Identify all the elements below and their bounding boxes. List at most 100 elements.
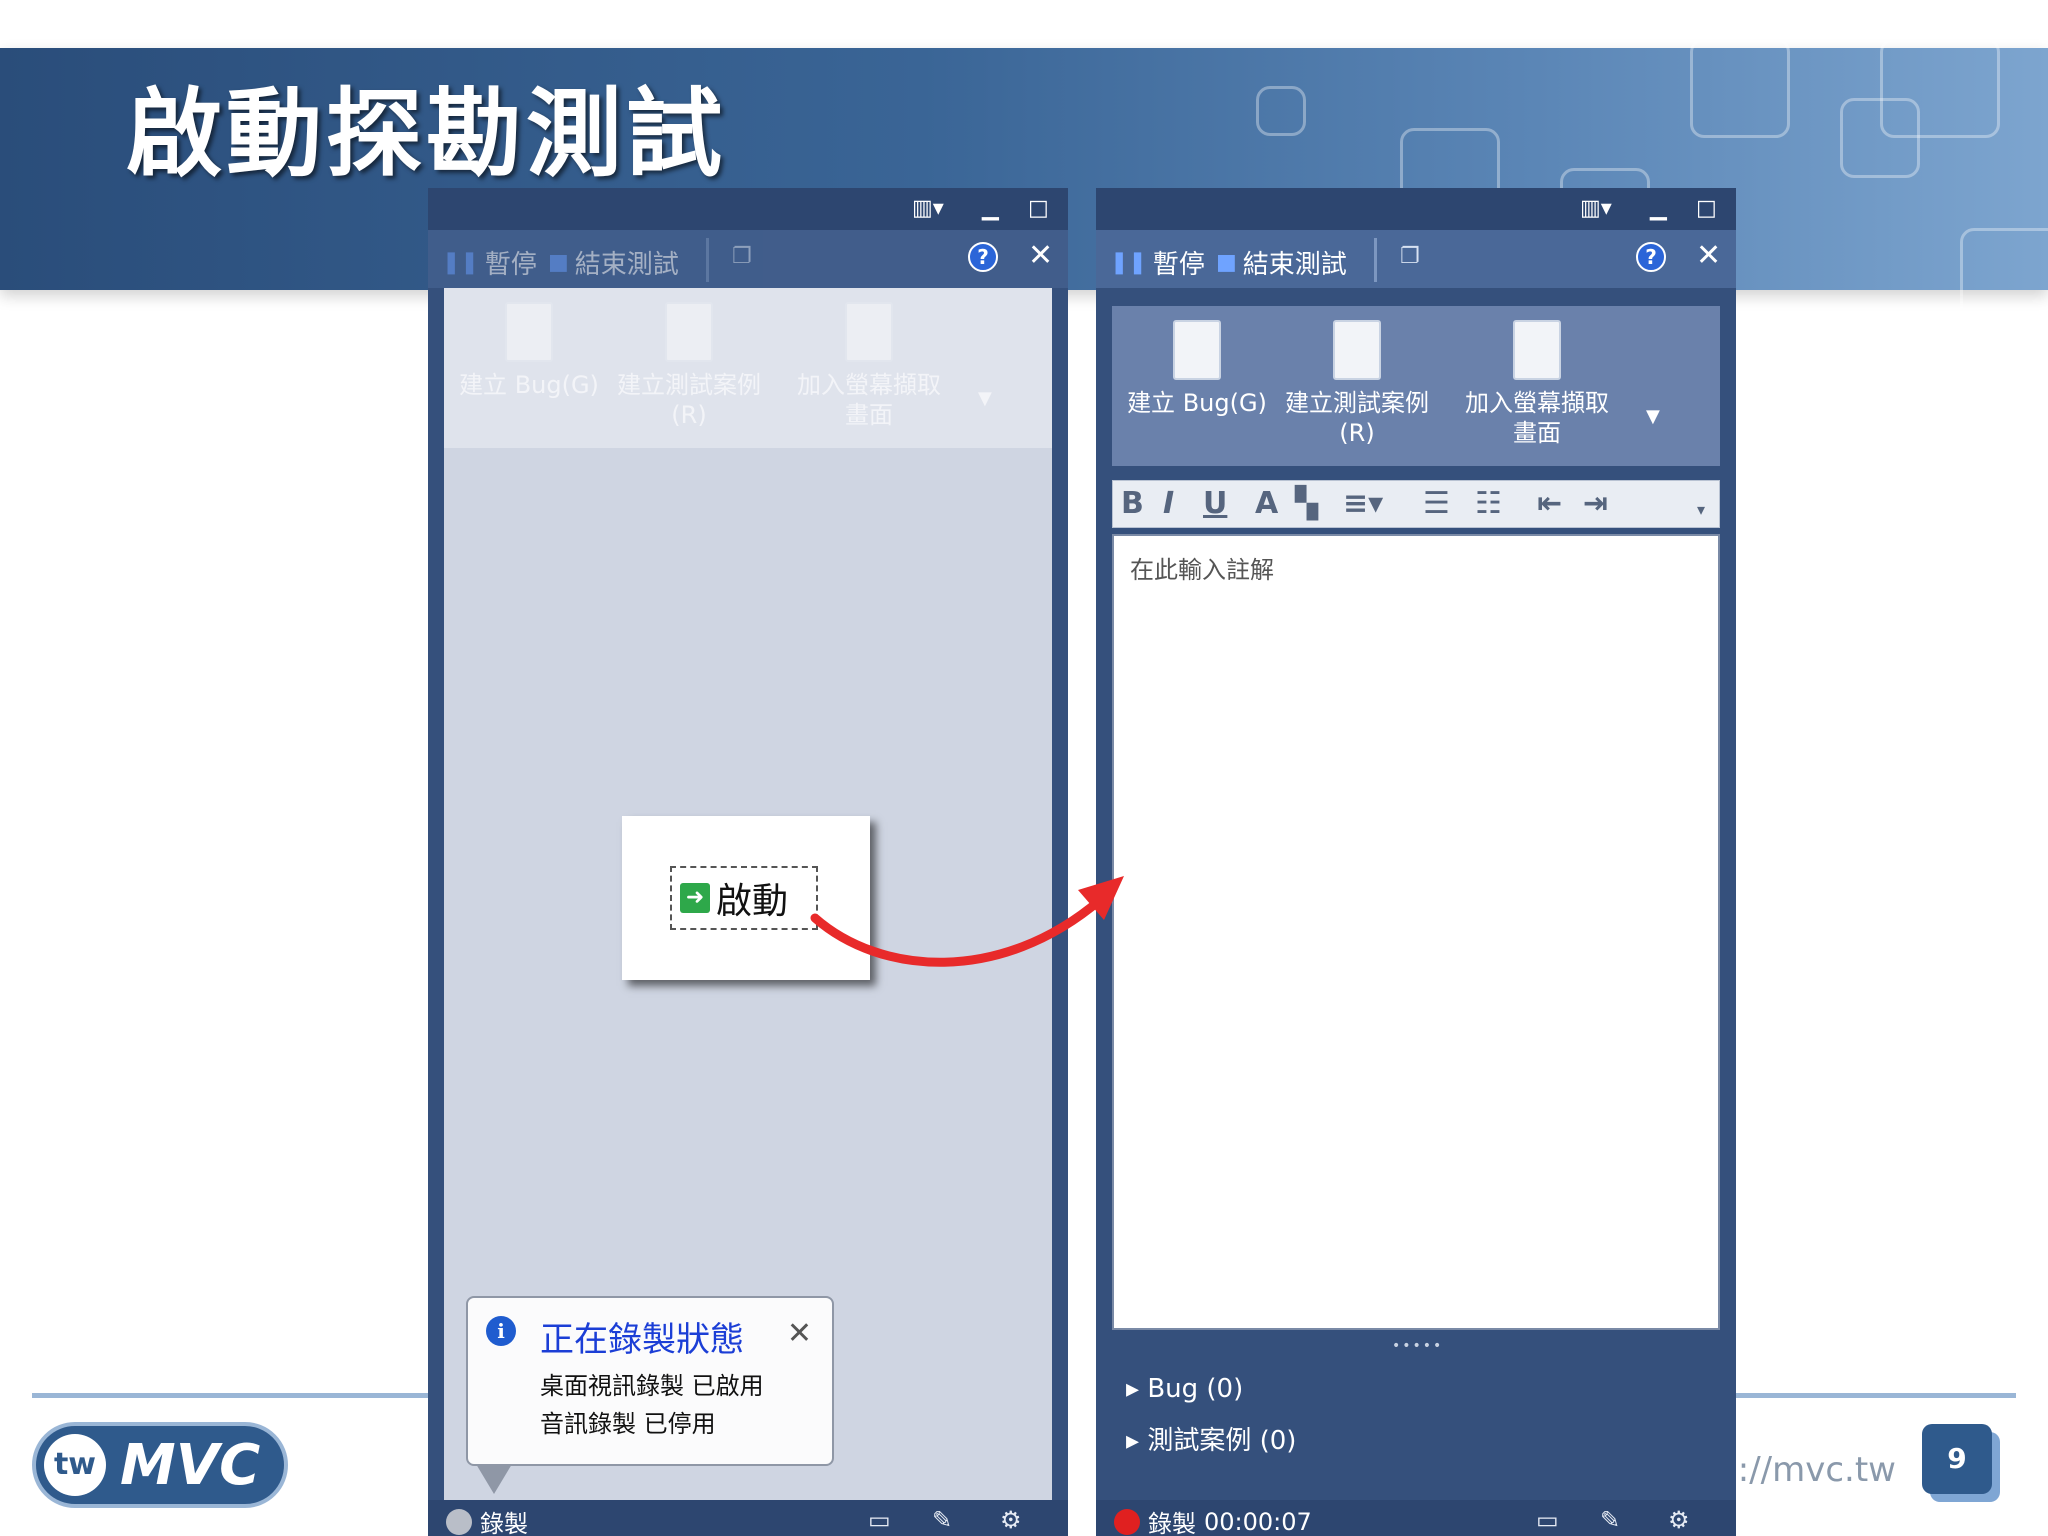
minimize-icon[interactable]: ▁ — [982, 198, 999, 220]
info-icon: i — [486, 1316, 516, 1346]
help-icon[interactable]: ? — [1636, 242, 1666, 272]
create-bug-label: 建立 Bug(G) — [459, 371, 599, 399]
record-toggle[interactable]: 錄製 — [446, 1504, 528, 1536]
outdent-icon[interactable]: ⇤ — [1537, 487, 1562, 521]
recording-status-balloon: i 正在錄製狀態 ✕ 桌面視訊錄製 已啟用 音訊錄製 已停用 — [466, 1296, 834, 1466]
toolbar-separator — [1374, 238, 1377, 282]
windows-icon: ❐ — [732, 244, 752, 269]
window-list-button[interactable]: ❐ — [1400, 244, 1420, 269]
expand-arrow-icon: ▸ — [1126, 1426, 1140, 1456]
action-ribbon: 建立 Bug(G) 建立測試案例 (R) 加入螢幕擷取 畫面 ▼ — [1112, 306, 1720, 466]
toolbar-overflow-icon[interactable]: ▾ — [1697, 493, 1705, 527]
chevron-down-icon[interactable]: ▼ — [1646, 406, 1660, 427]
pane-status-bar: 錄製 ▭ ✎ ⚙ — [428, 1500, 1068, 1536]
align-icon[interactable]: ≡▾ — [1343, 487, 1383, 521]
add-screenshot-label: 加入螢幕擷取 — [1465, 389, 1609, 417]
microphone-icon[interactable]: ✎ — [1600, 1506, 1620, 1534]
balloon-tail — [476, 1464, 512, 1494]
tree-test-case-label: 測試案例 (0) — [1147, 1426, 1297, 1456]
pane-titlebar: ▥▾ ▁ □ — [1096, 188, 1736, 230]
add-screenshot-label: 加入螢幕擷取 — [797, 371, 941, 399]
create-test-case-shortcut: (R) — [671, 401, 707, 429]
underline-icon[interactable]: U — [1203, 487, 1227, 521]
test-case-icon — [665, 302, 713, 362]
close-icon[interactable]: ✕ — [1028, 240, 1053, 272]
minimize-icon[interactable]: ▁ — [1650, 198, 1667, 220]
bug-report-icon — [1173, 320, 1221, 380]
comment-editor[interactable]: 在此輸入註解 — [1112, 534, 1720, 1330]
maximize-icon[interactable]: □ — [1028, 198, 1049, 220]
font-color-icon[interactable]: A — [1255, 487, 1278, 521]
stop-icon: ■ — [1216, 250, 1237, 275]
action-ribbon: 建立 Bug(G) 建立測試案例 (R) 加入螢幕擷取 畫面 ▼ — [444, 288, 1052, 448]
test-case-icon — [1333, 320, 1381, 380]
end-test-button[interactable]: ■ 結束測試 — [548, 244, 679, 281]
balloon-video-status: 桌面視訊錄製 已啟用 — [540, 1372, 764, 1400]
create-test-case-button[interactable]: 建立測試案例 (R) — [1272, 320, 1442, 448]
launch-button[interactable]: ➜ 啟動 — [670, 866, 818, 930]
indent-icon[interactable]: ⇥ — [1583, 487, 1608, 521]
create-test-case-label: 建立測試案例 — [617, 371, 761, 399]
balloon-close-icon[interactable]: ✕ — [787, 1316, 812, 1351]
balloon-title: 正在錄製狀態 — [540, 1320, 744, 1360]
tree-item-bugs[interactable]: ▸ Bug (0) — [1126, 1374, 1243, 1404]
add-screenshot-button[interactable]: 加入螢幕擷取 畫面 — [1452, 320, 1622, 448]
chevron-down-icon[interactable]: ▼ — [978, 388, 992, 409]
screen-icon[interactable]: ▭ — [868, 1506, 891, 1534]
numbered-list-icon[interactable]: ☷ — [1475, 487, 1502, 521]
add-screenshot-label-2: 畫面 — [845, 401, 893, 429]
create-test-case-label: 建立測試案例 — [1285, 389, 1429, 417]
record-icon — [446, 1508, 472, 1535]
layout-icon[interactable]: ▥▾ — [912, 198, 944, 220]
pause-icon: ❚❚ — [442, 250, 479, 275]
screenshot-icon — [1513, 320, 1561, 380]
balloon-audio-status: 音訊錄製 已停用 — [540, 1410, 716, 1438]
close-icon[interactable]: ✕ — [1696, 240, 1721, 272]
comment-placeholder: 在此輸入註解 — [1130, 556, 1274, 584]
windows-icon: ❐ — [1400, 244, 1420, 269]
italic-icon[interactable]: I — [1163, 487, 1174, 521]
screenshot-icon — [845, 302, 893, 362]
pause-button[interactable]: ❚❚ 暫停 — [1110, 244, 1205, 281]
screen-icon[interactable]: ▭ — [1536, 1506, 1559, 1534]
layout-icon[interactable]: ▥▾ — [1580, 198, 1612, 220]
tree-item-test-cases[interactable]: ▸ 測試案例 (0) — [1126, 1420, 1296, 1457]
footer-divider — [1736, 1393, 2016, 1398]
gear-icon[interactable]: ⚙ — [1668, 1506, 1690, 1534]
create-test-case-shortcut: (R) — [1339, 419, 1375, 447]
pause-button[interactable]: ❚❚ 暫停 — [442, 244, 537, 281]
toolbar-separator — [706, 238, 709, 282]
record-icon — [1114, 1508, 1140, 1535]
pause-label: 暫停 — [1152, 250, 1205, 280]
help-icon[interactable]: ? — [968, 242, 998, 272]
create-bug-button[interactable]: 建立 Bug(G) — [444, 302, 614, 400]
maximize-icon[interactable]: □ — [1696, 198, 1717, 220]
mvc-logo: tw MVC — [32, 1422, 288, 1508]
splitter-grip[interactable]: ••••• — [1392, 1338, 1443, 1354]
record-toggle[interactable]: 錄製 00:00:07 — [1114, 1504, 1312, 1536]
end-test-button[interactable]: ■ 結束測試 — [1216, 244, 1347, 281]
microphone-icon[interactable]: ✎ — [932, 1506, 952, 1534]
bold-icon[interactable]: B — [1121, 487, 1144, 521]
highlight-icon[interactable]: ▚ — [1295, 487, 1318, 521]
create-bug-button[interactable]: 建立 Bug(G) — [1112, 320, 1282, 418]
add-screenshot-label-2: 畫面 — [1513, 419, 1561, 447]
logo-text: MVC — [120, 1433, 261, 1498]
slide: 啟動探勘測試 tw MVC http://mvc.tw 9 ▥▾ ▁ □ ❚❚ … — [0, 0, 2048, 1536]
record-label: 錄製 — [1148, 1510, 1196, 1536]
launch-dialog: ➜ 啟動 — [622, 816, 870, 980]
create-test-case-button[interactable]: 建立測試案例 (R) — [604, 302, 774, 430]
formatting-toolbar: B I U A ▚ ≡▾ ☰ ☷ ⇤ ⇥ ▾ — [1112, 480, 1720, 528]
record-label: 錄製 — [480, 1510, 528, 1536]
pause-label: 暫停 — [484, 250, 537, 280]
add-screenshot-button[interactable]: 加入螢幕擷取 畫面 — [784, 302, 954, 430]
bullet-list-icon[interactable]: ☰ — [1423, 487, 1450, 521]
stop-icon: ■ — [548, 250, 569, 275]
end-test-label: 結束測試 — [574, 250, 679, 280]
gear-icon[interactable]: ⚙ — [1000, 1506, 1022, 1534]
record-elapsed-time: 00:00:07 — [1204, 1507, 1312, 1536]
window-list-button[interactable]: ❐ — [732, 244, 752, 269]
end-test-label: 結束測試 — [1242, 250, 1347, 280]
logo-badge: tw — [44, 1434, 106, 1496]
explore-pane-active: ▥▾ ▁ □ ❚❚ 暫停 ■ 結束測試 ❐ ? ✕ 建立 Bug(G) 建立測試… — [1096, 188, 1736, 1536]
